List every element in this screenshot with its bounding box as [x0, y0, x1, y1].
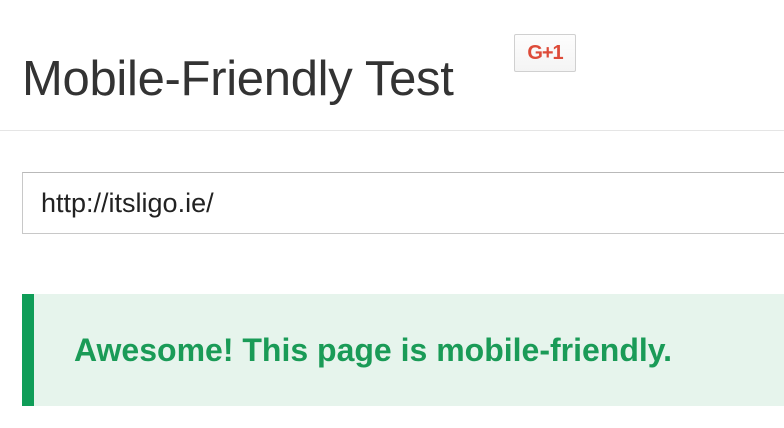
url-input[interactable] [22, 172, 784, 234]
google-plus-one-icon: G+1 [527, 41, 563, 64]
result-accent-bar [22, 294, 34, 406]
page-header: Mobile-Friendly Test G+1 [0, 0, 784, 130]
header-divider [0, 130, 784, 131]
result-banner: Awesome! This page is mobile-friendly. [22, 294, 784, 406]
result-message: Awesome! This page is mobile-friendly. [74, 332, 673, 368]
page-title: Mobile-Friendly Test [22, 51, 454, 106]
google-plus-one-button[interactable]: G+1 [514, 34, 576, 72]
